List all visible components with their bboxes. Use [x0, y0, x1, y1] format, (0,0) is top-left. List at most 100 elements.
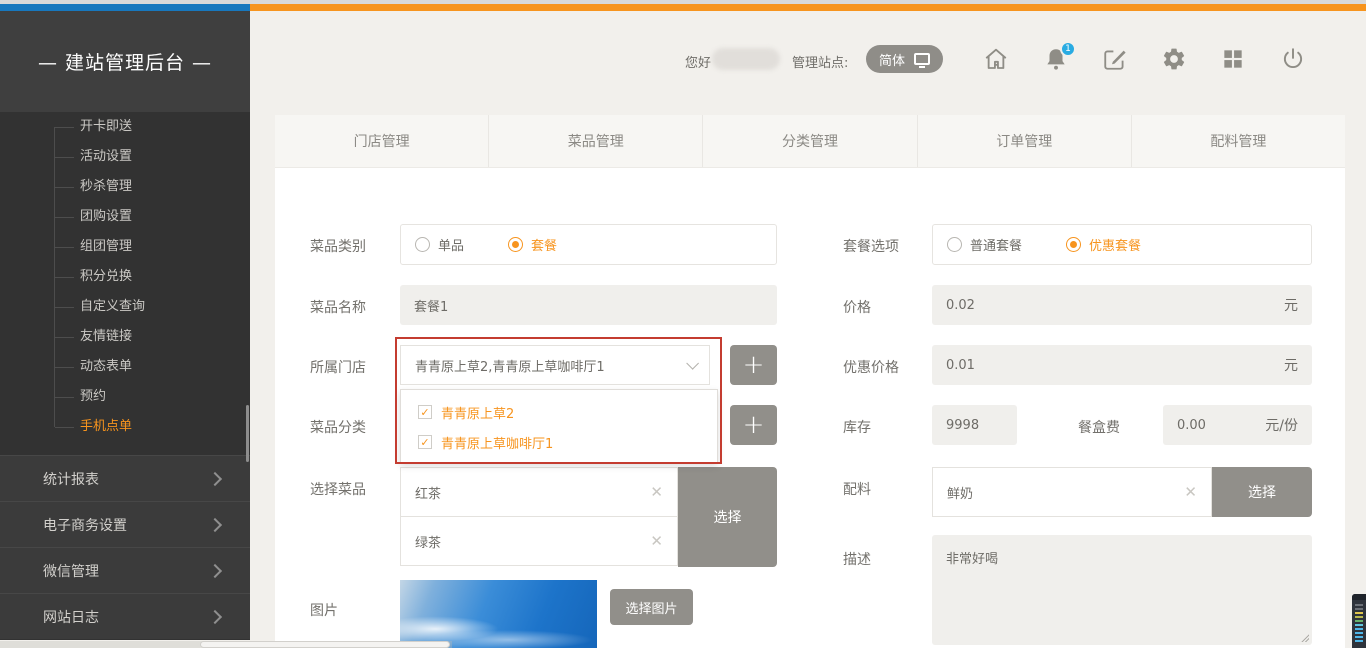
combo-option-radio-group: 普通套餐 优惠套餐 — [932, 224, 1312, 265]
sidebar-menu-item[interactable]: 预约 — [0, 382, 250, 412]
minimap-mark — [1355, 616, 1363, 618]
ingredient-label: 配料 — [843, 479, 871, 499]
chevron-down-icon — [686, 357, 699, 370]
tab-category-management[interactable]: 分类管理 — [702, 115, 916, 167]
remove-icon[interactable] — [1184, 483, 1197, 501]
price-input[interactable]: 0.02 元 — [932, 285, 1312, 325]
discount-price-input[interactable]: 0.01 元 — [932, 345, 1312, 385]
minimap-scrollbar[interactable] — [1352, 594, 1366, 648]
stock-input[interactable]: 9998 — [932, 405, 1017, 445]
sidebar-menu-item[interactable]: 动态表单 — [0, 352, 250, 382]
dish-name-label: 菜品名称 — [310, 297, 366, 317]
tab-store-management[interactable]: 门店管理 — [275, 115, 488, 167]
minimap-mark — [1355, 636, 1363, 638]
sidebar-menu-item[interactable]: 组团管理 — [0, 232, 250, 262]
discount-price-value: 0.01 — [946, 358, 975, 373]
minimap-mark — [1355, 620, 1363, 622]
radio-label: 单品 — [438, 235, 464, 254]
sidebar-section-label: 微信管理 — [43, 561, 99, 581]
dish-item-name: 红茶 — [415, 483, 441, 502]
radio-icon — [1066, 237, 1081, 252]
sidebar-sections: 统计报表 电子商务设置 微信管理 网站日志 — [0, 455, 250, 639]
select-dish-label: 选择菜品 — [310, 479, 366, 499]
dropdown-option[interactable]: 青青原上草2 — [401, 397, 717, 427]
dish-item-row: 绿茶 — [400, 516, 678, 566]
sidebar-menu-item[interactable]: 活动设置 — [0, 142, 250, 172]
discount-price-label: 优惠价格 — [843, 357, 899, 377]
sidebar-scrollbar[interactable] — [246, 405, 249, 462]
horizontal-scrollbar-thumb[interactable] — [200, 641, 450, 648]
dish-name-input[interactable]: 套餐1 — [400, 285, 777, 325]
sidebar-section-item[interactable]: 微信管理 — [0, 547, 250, 593]
apps-grid-icon[interactable] — [1220, 46, 1246, 72]
add-classify-button[interactable] — [730, 405, 777, 445]
gear-icon[interactable] — [1161, 46, 1187, 72]
price-value: 0.02 — [946, 298, 975, 313]
sidebar-section-label: 网站日志 — [43, 607, 99, 627]
chevron-right-icon — [208, 517, 222, 531]
image-preview — [400, 580, 597, 648]
store-select-value: 青青原上草2,青青原上草咖啡厅1 — [415, 356, 605, 375]
description-textarea[interactable]: 非常好喝 — [932, 535, 1312, 645]
sidebar-logo-area: — 建站管理后台 — — [0, 11, 250, 112]
language-button[interactable]: 简体 — [866, 45, 943, 73]
bell-icon[interactable]: 1 — [1043, 46, 1069, 72]
sidebar-menu-item[interactable]: 自定义查询 — [0, 292, 250, 322]
home-icon[interactable] — [983, 46, 1009, 72]
dish-classify-label: 菜品分类 — [310, 417, 366, 437]
sidebar-section-label: 电子商务设置 — [43, 515, 127, 535]
sidebar-menu-item[interactable]: 秒杀管理 — [0, 172, 250, 202]
box-fee-input[interactable]: 0.00 元/份 — [1163, 405, 1312, 445]
radio-option[interactable]: 单品 — [415, 235, 464, 254]
sidebar-section-item[interactable]: 统计报表 — [0, 455, 250, 501]
add-store-button[interactable] — [730, 345, 777, 385]
radio-option-selected[interactable]: 套餐 — [508, 235, 557, 254]
choose-image-button[interactable]: 选择图片 — [610, 589, 693, 625]
sidebar-section-item[interactable]: 电子商务设置 — [0, 501, 250, 547]
price-label: 价格 — [843, 297, 871, 317]
store-select[interactable]: 青青原上草2,青青原上草咖啡厅1 — [400, 345, 710, 385]
sidebar-menu-item[interactable]: 团购设置 — [0, 202, 250, 232]
radio-icon — [508, 237, 523, 252]
radio-option-selected[interactable]: 优惠套餐 — [1066, 235, 1141, 254]
box-fee-unit: 元/份 — [1265, 415, 1298, 435]
resize-handle-icon[interactable] — [1299, 632, 1309, 642]
power-icon[interactable] — [1280, 46, 1306, 72]
dish-item-row: 红茶 — [400, 467, 678, 517]
edit-icon[interactable] — [1102, 46, 1128, 72]
sidebar-menu-item[interactable]: 积分兑换 — [0, 262, 250, 292]
monitor-icon — [914, 53, 930, 65]
radio-option[interactable]: 普通套餐 — [947, 235, 1022, 254]
username-redacted — [712, 48, 780, 70]
minimap-mark — [1355, 624, 1363, 626]
remove-icon[interactable] — [650, 532, 663, 550]
choose-ingredient-button[interactable]: 选择 — [1212, 467, 1312, 517]
minimap-mark — [1355, 604, 1363, 606]
sidebar-menu-item[interactable]: 开卡即送 — [0, 112, 250, 142]
dropdown-option-label: 青青原上草咖啡厅1 — [441, 433, 553, 452]
radio-icon — [415, 237, 430, 252]
tab-dish-management[interactable]: 菜品管理 — [488, 115, 702, 167]
image-label: 图片 — [310, 600, 338, 620]
tab-ingredient-management[interactable]: 配料管理 — [1131, 115, 1345, 167]
ingredient-input[interactable]: 鲜奶 — [932, 467, 1212, 517]
minimap-mark — [1355, 608, 1363, 610]
language-button-label: 简体 — [879, 50, 905, 69]
sidebar-menu: 开卡即送 活动设置 秒杀管理 团购设置 组团管理 积分兑换 自定义查询 友情链接… — [0, 112, 250, 442]
stock-value: 9998 — [946, 418, 979, 433]
store-label: 所属门店 — [310, 357, 366, 377]
tab-order-management[interactable]: 订单管理 — [917, 115, 1131, 167]
minimap-mark — [1355, 612, 1363, 614]
ingredient-value: 鲜奶 — [947, 483, 973, 502]
dropdown-option[interactable]: 青青原上草咖啡厅1 — [401, 427, 717, 457]
sidebar-menu-item[interactable]: 友情链接 — [0, 322, 250, 352]
sidebar-menu-item-active[interactable]: 手机点单 — [0, 412, 250, 442]
box-fee-label: 餐盒费 — [1078, 417, 1120, 437]
sidebar-section-item[interactable]: 网站日志 — [0, 593, 250, 639]
description-value: 非常好喝 — [946, 552, 998, 567]
remove-icon[interactable] — [650, 483, 663, 501]
tab-bar: 门店管理 菜品管理 分类管理 订单管理 配料管理 — [275, 115, 1345, 168]
choose-dishes-button[interactable]: 选择 — [678, 467, 777, 567]
app-title: — 建站管理后台 — — [38, 48, 212, 75]
sidebar: — 建站管理后台 — 开卡即送 活动设置 秒杀管理 团购设置 组团管理 积分兑换… — [0, 11, 250, 640]
